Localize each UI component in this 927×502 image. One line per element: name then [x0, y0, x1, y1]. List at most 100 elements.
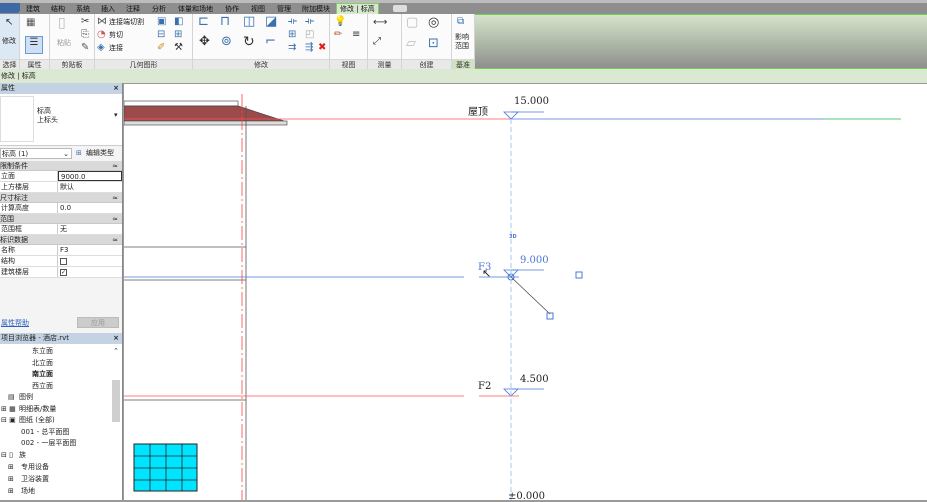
wall-joins-icon[interactable]: ▣	[157, 16, 166, 28]
hide-icon[interactable]: 💡	[334, 16, 346, 28]
scope-box-value[interactable]: 无	[58, 224, 122, 234]
override-graphics-icon[interactable]: ✏	[334, 29, 342, 41]
hammer-icon[interactable]: ⚒	[174, 42, 183, 54]
scroll-up-icon[interactable]: ⌃	[113, 346, 119, 356]
mirror-draw-icon[interactable]: ◪	[265, 15, 277, 28]
apply-button[interactable]: 应用	[77, 317, 119, 328]
tree-item[interactable]: 明细表/数量	[19, 404, 56, 414]
3d-extents-toggle[interactable]: 3D	[509, 234, 517, 240]
level-elevation-ground[interactable]: ±0.000	[508, 491, 545, 502]
group-dimensions[interactable]: 尺寸标注 ≈	[0, 193, 122, 203]
demolish-icon[interactable]: ⊟	[157, 29, 165, 41]
split-face-icon[interactable]: ◧	[174, 16, 183, 28]
level-elevation-f3[interactable]: 9.000	[520, 255, 549, 266]
tab-structure[interactable]: 结构	[51, 4, 65, 14]
panel-label[interactable]: 选择	[0, 59, 19, 69]
tree-item[interactable]: 卫浴装置	[21, 474, 49, 484]
measure-icon[interactable]: ⟷	[373, 17, 387, 29]
properties-icon[interactable]: ☰	[25, 36, 43, 54]
offset-icon[interactable]: ⊓	[220, 15, 230, 28]
tab-collaborate[interactable]: 协作	[225, 4, 239, 14]
paint-icon[interactable]: ⊞	[174, 29, 182, 41]
tab-massing-site[interactable]: 体量和场地	[178, 4, 213, 14]
copy-icon[interactable]: ⎘	[81, 29, 89, 41]
tab-insert[interactable]: 插入	[101, 4, 115, 14]
structural-checkbox[interactable]	[60, 257, 67, 265]
group-extents[interactable]: 范围 ≈	[0, 214, 122, 224]
expand-icon[interactable]: ⊞	[8, 474, 14, 484]
split-gap-icon[interactable]: ⟛	[305, 16, 314, 28]
elevation-input[interactable]: 9000.0	[58, 171, 122, 181]
tab-annotate[interactable]: 注释	[126, 4, 140, 14]
level-name-roof[interactable]: 屋顶	[468, 103, 488, 118]
split-icon[interactable]: ⟛	[288, 16, 297, 28]
create-similar-icon[interactable]: ◎	[428, 16, 439, 29]
tab-view[interactable]: 视图	[251, 4, 265, 14]
expand-icon[interactable]: ⊞	[8, 486, 14, 496]
copy-element-icon[interactable]: ⊚	[221, 35, 232, 48]
tab-addins[interactable]: 附加模块	[302, 4, 330, 14]
minimize-ribbon-button[interactable]	[393, 5, 407, 12]
level-f3[interactable]	[124, 269, 583, 320]
computation-height-value[interactable]: 0.0	[58, 203, 122, 213]
expand-icon[interactable]: ⊟ ▣	[1, 415, 16, 425]
tree-item[interactable]: 图例	[19, 392, 33, 402]
mirror-axis-icon[interactable]: ◫	[243, 15, 255, 28]
create-parts-icon[interactable]: ▱	[406, 37, 416, 50]
type-selector[interactable]: 标高 上标头 ▾	[0, 94, 122, 146]
pick-icon[interactable]: ✐	[157, 42, 165, 54]
application-menu-button[interactable]	[0, 3, 20, 13]
tree-item[interactable]: 西立面	[32, 381, 53, 391]
level-name-f2[interactable]: F2	[478, 381, 491, 392]
unpin-icon[interactable]: ⇶	[305, 42, 313, 54]
type-properties-icon[interactable]: ▦	[26, 17, 35, 29]
scrollbar-thumb[interactable]	[112, 380, 120, 422]
building-story-checkbox[interactable]: ✓	[60, 268, 67, 276]
tree-item[interactable]: 东立面	[32, 346, 53, 356]
scale-icon[interactable]: ◰	[305, 29, 314, 41]
move-icon[interactable]: ✥	[199, 35, 210, 48]
tab-manage[interactable]: 管理	[277, 4, 291, 14]
group-identity-data[interactable]: 标识数据 ≈	[0, 235, 122, 245]
group-constraints[interactable]: 限制条件 ≈	[0, 161, 122, 171]
create-group-icon[interactable]: ▢	[406, 16, 418, 29]
create-assembly-icon[interactable]: ⊡	[428, 37, 439, 50]
tree-item[interactable]: 南立面	[32, 369, 53, 379]
align-icon[interactable]: ⊏	[198, 15, 209, 28]
cut-geometry-button[interactable]: 剪切	[109, 30, 123, 40]
expand-icon[interactable]: ⊟ ▯	[1, 450, 13, 460]
trim-icon[interactable]: ⌐	[265, 35, 276, 48]
edit-type-button[interactable]: 编辑类型	[86, 148, 114, 158]
tree-item[interactable]: 专用设备	[21, 462, 49, 472]
tab-systems[interactable]: 系统	[76, 4, 90, 14]
close-icon[interactable]: ×	[113, 333, 119, 344]
name-value[interactable]: F3	[58, 245, 122, 255]
propagate-extents-icon[interactable]: ⧉	[457, 16, 464, 28]
modify-button[interactable]: 修改	[2, 36, 16, 46]
tree-item[interactable]: 图纸 (全部)	[19, 415, 55, 425]
array-icon[interactable]: ⊞	[288, 29, 296, 41]
dropdown-arrow-icon[interactable]: ▾	[114, 110, 118, 120]
level-elevation-f2[interactable]: 4.500	[520, 374, 549, 385]
paste-icon[interactable]: ▯	[58, 16, 66, 30]
delete-icon[interactable]: ✖	[318, 42, 326, 54]
cut-icon[interactable]: ✂	[81, 16, 89, 28]
tab-analyze[interactable]: 分析	[152, 4, 166, 14]
tree-item[interactable]: 北立面	[32, 358, 53, 368]
match-properties-icon[interactable]: ✎	[81, 42, 89, 54]
tab-architecture[interactable]: 建筑	[26, 4, 40, 14]
expand-icon[interactable]: ⊞	[8, 462, 14, 472]
tree-item[interactable]: 001 - 总平面图	[21, 427, 69, 437]
rotate-icon[interactable]: ↻	[243, 35, 255, 49]
level-elevation-roof[interactable]: 15.000	[514, 96, 549, 107]
propagate-extents-label-2[interactable]: 范围	[455, 41, 469, 51]
pin-icon[interactable]: ⇉	[288, 42, 296, 54]
expand-icon[interactable]: ⊞ ▦	[1, 404, 16, 414]
close-icon[interactable]: ×	[113, 83, 119, 94]
instance-filter-dropdown[interactable]: 标高 (1) ⌄	[0, 148, 72, 159]
drawing-canvas[interactable]: 屋顶 15.000 F3 9.000 3D F2 4.500 ±0.000 ↖	[124, 84, 927, 502]
join-cut-button[interactable]: 连接端切割	[109, 17, 144, 27]
story-above-value[interactable]: 默认	[58, 182, 122, 192]
tree-item[interactable]: 场地	[21, 486, 35, 496]
linework-icon[interactable]: ≡	[352, 29, 360, 41]
